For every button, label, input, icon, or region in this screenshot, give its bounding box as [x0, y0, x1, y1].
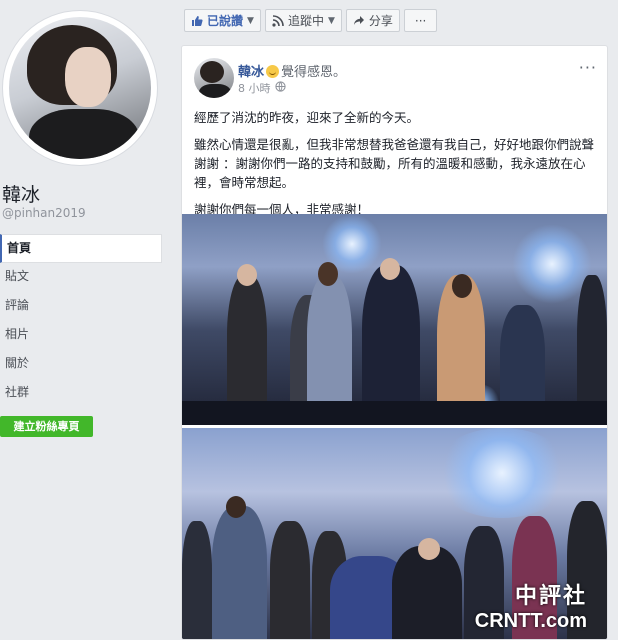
post-timestamp[interactable]: 8 小時 [238, 80, 271, 96]
share-button[interactable]: 分享 [345, 9, 400, 32]
create-page-button[interactable]: 建立粉絲專頁 [0, 416, 93, 437]
page-handle[interactable]: @pinhan2019 [2, 206, 86, 220]
post-body: 經歷了消沈的昨夜，迎來了全新的今天。 雖然心情還是很亂，但我非常想替我爸爸還有我… [194, 108, 599, 227]
post-author-avatar[interactable] [194, 58, 234, 98]
post-card: 韓冰 覺得感恩。 8 小時 ··· 經歷了消沈的昨夜，迎來了全新的今天。 雖然心情… [181, 45, 608, 640]
watermark-bottom: CRNTT.com [474, 610, 587, 632]
post-paragraph: 經歷了消沈的昨夜，迎來了全新的今天。 [194, 110, 420, 125]
caret-down-icon: ▼ [327, 15, 335, 26]
following-label: 追蹤中 [287, 14, 324, 28]
thumbs-up-icon [191, 15, 203, 27]
page-action-bar: 已說讚 ▼ 追蹤中 ▼ 分享 ··· [184, 9, 438, 32]
post-options-icon[interactable]: ··· [579, 58, 597, 77]
share-arrow-icon [353, 15, 365, 27]
crntt-watermark: 中評社 CRNTT.com [475, 578, 587, 633]
nav-item-home[interactable]: 首頁 [0, 234, 162, 263]
nav-item-about[interactable]: 關於 [0, 350, 162, 379]
post-feeling: 覺得感恩。 [281, 65, 347, 80]
share-label: 分享 [368, 14, 393, 28]
caret-down-icon: ▼ [247, 15, 254, 26]
globe-icon [274, 81, 286, 95]
post-header: 韓冰 覺得感恩。 [238, 61, 346, 80]
profile-photo [9, 17, 151, 159]
post-photo-stage-walk[interactable] [182, 214, 607, 425]
profile-picture[interactable] [2, 10, 158, 166]
page-name[interactable]: 韓冰 [2, 180, 40, 207]
post-paragraph: 雖然心情還是很亂，但我非常想替我爸爸還有我自己，好好地跟你們說聲謝謝 ：謝謝你們… [194, 137, 595, 190]
liked-button[interactable]: 已說讚 ▼ [184, 9, 261, 32]
post-photo-stage-bow[interactable]: 中評社 CRNTT.com [182, 428, 607, 639]
nav-item-community[interactable]: 社群 [0, 379, 162, 408]
liked-label: 已說讚 [207, 14, 244, 28]
left-column: 韓冰 @pinhan2019 首頁 貼文 評論 相片 關於 社群 建立粉絲專頁 [0, 0, 170, 640]
nav-item-photos[interactable]: 相片 [0, 321, 162, 350]
rss-icon [272, 14, 284, 27]
following-button[interactable]: 追蹤中 ▼ [264, 9, 342, 32]
more-dots-icon: ··· [414, 13, 427, 28]
smile-emoji-icon [266, 65, 280, 78]
post-author-name[interactable]: 韓冰 [238, 65, 264, 80]
nav-item-reviews[interactable]: 評論 [0, 292, 162, 321]
nav-item-posts[interactable]: 貼文 [0, 263, 162, 292]
page-nav: 首頁 貼文 評論 相片 關於 社群 [0, 234, 162, 408]
post-meta: 8 小時 [238, 80, 286, 96]
more-options-button[interactable]: ··· [403, 9, 438, 32]
watermark-top: 中評社 [514, 584, 587, 609]
